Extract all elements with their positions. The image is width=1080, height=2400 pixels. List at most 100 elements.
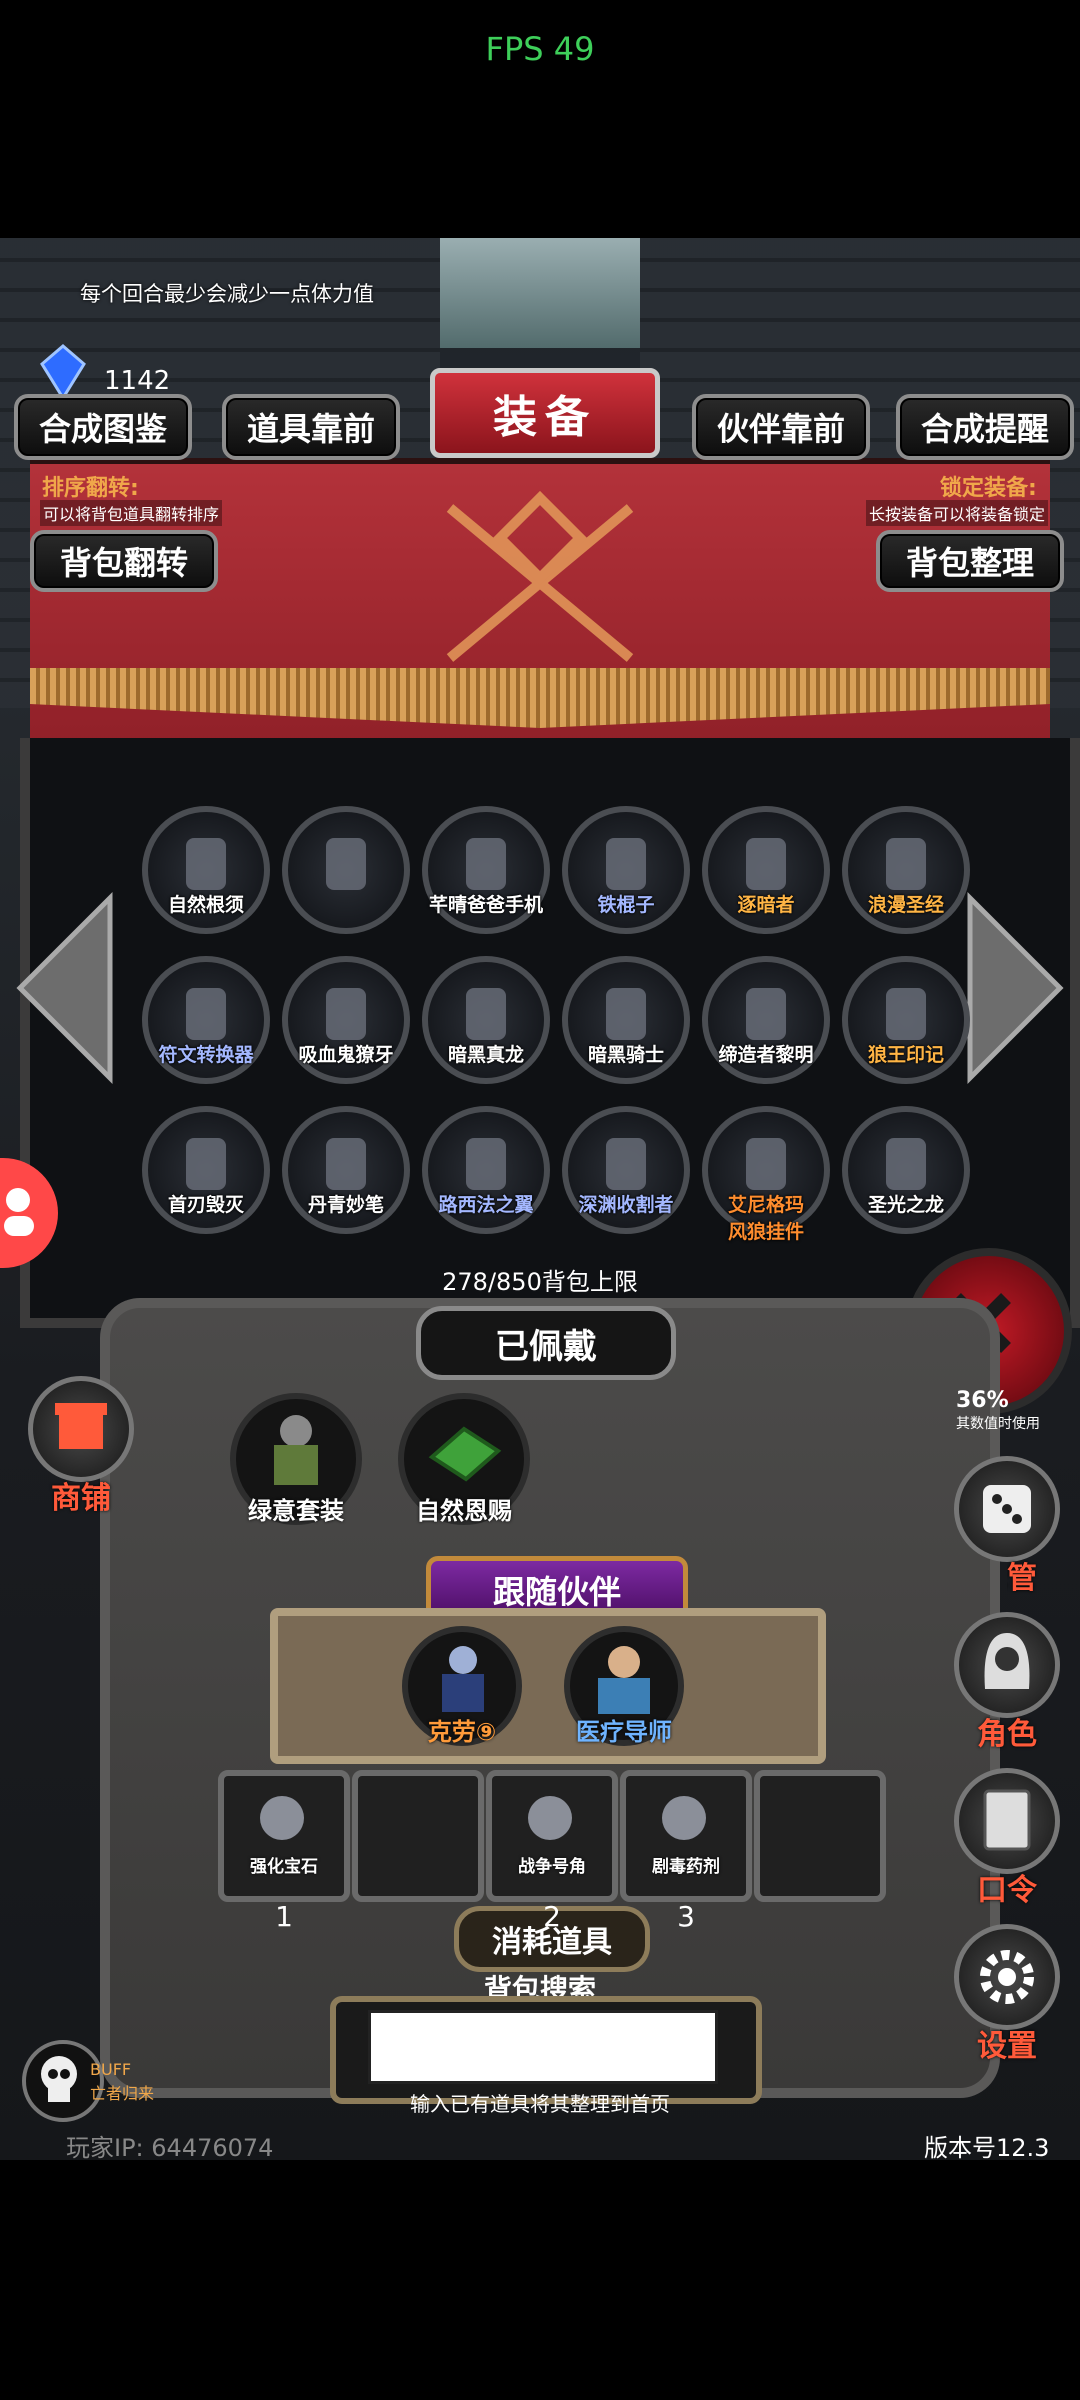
bag-slot-label: 自然根须 (167, 894, 244, 916)
gem-count: 1142 (104, 366, 171, 396)
book-icon (983, 1789, 1031, 1851)
poison-potion-icon (662, 1796, 706, 1840)
consumable-slot[interactable] (352, 1770, 484, 1902)
code-label: 口令 (977, 1873, 1037, 1908)
blue-gem-icon (40, 344, 86, 400)
consumable-label: 强化宝石 (250, 1857, 318, 1877)
bag-slot-label: 吸血鬼獠牙 (298, 1044, 394, 1066)
partner-slot-1[interactable]: 克劳⑨ (402, 1626, 522, 1746)
shop-button[interactable]: 商铺 (28, 1376, 134, 1516)
bag-slot-label: 深渊收割者 (578, 1194, 674, 1216)
skull-icon (41, 2056, 77, 2102)
consumable-slot[interactable]: 战争号角 2 (486, 1770, 618, 1933)
bag-slot-label: 浪漫圣经 (867, 894, 944, 916)
settings-button[interactable]: 设置 (954, 1924, 1060, 2064)
partner-label-1: 克劳⑨ (427, 1718, 497, 1746)
bag-slot[interactable]: 芊晴爸爸手机 (422, 806, 550, 934)
locked-chain-icon (326, 838, 366, 890)
bag-slot[interactable] (282, 806, 410, 934)
bag-slot[interactable]: 圣光之龙 (842, 1106, 970, 1234)
bag-slot-label: 缔造者黎明 (718, 1044, 814, 1066)
consumable-count: 3 (677, 1900, 695, 1933)
bag-slot-label: 逐暗者 (737, 894, 795, 916)
tab-synthesis-guide[interactable]: 合成图鉴 (14, 394, 192, 460)
right-note: 36% 其数值时使用 (956, 1388, 1040, 1433)
player-ip-value: 64476074 (151, 2134, 274, 2160)
right-note-value: 36% (956, 1388, 1009, 1413)
bag-slot[interactable]: 暗黑真龙 (422, 956, 550, 1084)
prev-page-arrow-icon[interactable] (10, 888, 120, 1088)
bag-slot[interactable]: 逐暗者 (702, 806, 830, 934)
partner-slot-2[interactable]: 医疗导师 (564, 1626, 684, 1746)
bag-slot[interactable]: 艾尼格玛 风狼挂件 (702, 1106, 830, 1243)
buff-label: BUFF (90, 2060, 132, 2079)
crossed-swords-crest-icon (446, 490, 634, 662)
bag-slot-label: 圣光之龙 (867, 1194, 944, 1216)
auto-manage-button[interactable]: 托管 (954, 1456, 1060, 1596)
buff-sub: 亡者归来 (90, 2084, 155, 2103)
shop-icon (55, 1403, 107, 1449)
game-viewport: 每个回合最少会减少一点体力值 1142 装备 合成图鉴 道具靠前 伙伴靠前 合成… (0, 238, 1080, 2160)
sort-flip-hint-title: 排序翻转: (42, 476, 139, 501)
bag-slot[interactable]: 路西法之翼 (422, 1106, 550, 1234)
bag-slot[interactable]: 深渊收割者 (562, 1106, 690, 1234)
consumable-count: 1 (275, 1900, 293, 1933)
search-hint: 输入已有道具将其整理到首页 (410, 2092, 670, 2116)
player-ip-label: 玩家IP: (66, 2134, 144, 2160)
bag-slot-label: 丹青妙笔 (307, 1194, 384, 1216)
bag-slot[interactable]: 狼王印记 (842, 956, 970, 1084)
bag-slot[interactable]: 铁棍子 (562, 806, 690, 934)
bag-slot-label: 暗黑骑士 (587, 1044, 664, 1066)
bag-slot[interactable]: 自然根须 (142, 806, 270, 934)
bag-slot-label: 首刃毁灭 (167, 1194, 244, 1216)
bag-slot-label: 暗黑真龙 (447, 1044, 524, 1066)
equipped-slot-2[interactable]: 自然恩赐 (398, 1393, 530, 1525)
equipped-label-1: 绿意套装 (248, 1497, 344, 1525)
right-note-text: 其数值时使用 (956, 1416, 1040, 1432)
player-ip: 玩家IP: 64476074 (66, 2128, 273, 2160)
bag-slot[interactable]: 浪漫圣经 (842, 806, 970, 934)
equipped-slot-1[interactable]: 绿意套装 (230, 1393, 362, 1525)
tab-partners-first[interactable]: 伙伴靠前 (692, 394, 870, 460)
hooded-character-icon (984, 1633, 1030, 1689)
castle-window (440, 238, 640, 348)
search-input[interactable] (368, 2010, 718, 2084)
profile-tab[interactable] (0, 1158, 58, 1268)
consumable-slot[interactable]: 剧毒药剂 3 (620, 1770, 752, 1933)
partner-label-2: 医疗导师 (576, 1718, 672, 1746)
version-number: 版本号12.3 (924, 2134, 1050, 2160)
tab-items-first[interactable]: 道具靠前 (222, 394, 400, 460)
role-button[interactable]: 角色 (954, 1612, 1060, 1752)
consumable-slot[interactable] (754, 1770, 886, 1902)
gear-icon (980, 1950, 1034, 2004)
bag-slot[interactable]: 首刃毁灭 (142, 1106, 270, 1234)
nature-gift-icon (428, 1426, 502, 1482)
role-label: 角色 (977, 1717, 1037, 1752)
bag-slot[interactable]: 吸血鬼獠牙 (282, 956, 410, 1084)
bag-slot[interactable]: 缔造者黎明 (702, 956, 830, 1084)
enhance-gem-icon (260, 1796, 304, 1840)
fps-counter: FPS 49 (485, 30, 595, 68)
consumable-slot[interactable]: 强化宝石 1 (218, 1770, 350, 1933)
dice-icon (983, 1485, 1031, 1533)
page-title: 装备 (430, 368, 660, 458)
bag-slot-label: 艾尼格玛 风狼挂件 (727, 1194, 804, 1243)
bag-flip-button[interactable]: 背包翻转 (30, 530, 218, 592)
bag-slot[interactable]: 暗黑骑士 (562, 956, 690, 1084)
code-button[interactable]: 口令 (954, 1768, 1060, 1908)
equipped-label-2: 自然恩赐 (416, 1497, 512, 1525)
shop-label: 商铺 (51, 1481, 111, 1516)
bag-slot-label: 符文转换器 (158, 1044, 254, 1066)
green-armor-icon (274, 1415, 318, 1485)
bag-sort-button[interactable]: 背包整理 (876, 530, 1064, 592)
keluo-partner-icon (442, 1646, 484, 1712)
tab-synthesis-reminder[interactable]: 合成提醒 (896, 394, 1074, 460)
bag-slot[interactable]: 丹青妙笔 (282, 1106, 410, 1234)
consumable-label: 战争号角 (518, 1857, 586, 1877)
bag-slot-label: 狼王印记 (867, 1044, 944, 1066)
bag-slot-label: 芊晴爸爸手机 (428, 894, 543, 916)
bag-slot[interactable]: 符文转换器 (142, 956, 270, 1084)
user-icon (4, 1188, 34, 1236)
war-horn-icon (528, 1796, 572, 1840)
consumable-count: 2 (543, 1900, 561, 1933)
